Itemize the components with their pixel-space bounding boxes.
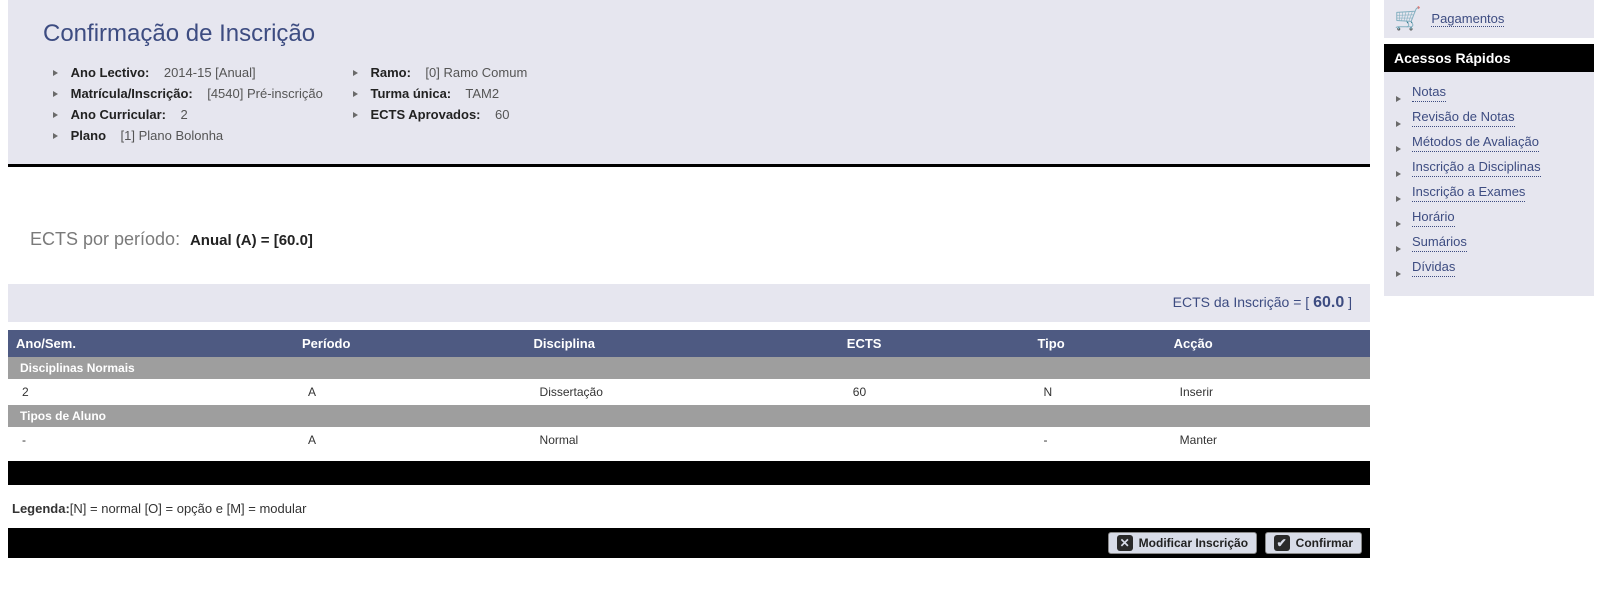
cell-accao: Manter <box>1166 427 1370 453</box>
main-content: Confirmação de Inscrição Ano Lectivo: 20… <box>0 0 1378 558</box>
table-row: - A Normal - Manter <box>8 427 1370 453</box>
action-bar: ✕ Modificar Inscrição ✔ Confirmar <box>8 528 1370 558</box>
arrow-icon <box>1396 238 1406 257</box>
cell-accao: Inserir <box>1166 379 1370 405</box>
acessos-rapidos-header: Acessos Rápidos <box>1384 44 1594 72</box>
close-icon: ✕ <box>1117 535 1133 551</box>
info-value: [1] Plano Bolonha <box>121 128 224 143</box>
arrow-icon <box>1396 113 1406 132</box>
cell-disciplina: Normal <box>526 427 839 453</box>
link-horario[interactable]: Horário <box>1412 207 1455 227</box>
cell-ano-sem: - <box>8 427 294 453</box>
cell-tipo: N <box>1029 379 1165 405</box>
arrow-icon <box>1396 163 1406 182</box>
ects-por-periodo: ECTS por período: Anual (A) = [60.0] <box>0 167 1378 260</box>
info-label: Plano <box>71 128 106 143</box>
col-tipo: Tipo <box>1029 330 1165 357</box>
header-panel: Confirmação de Inscrição Ano Lectivo: 20… <box>8 0 1370 167</box>
col-periodo: Período <box>294 330 526 357</box>
link-inscricao-a-disciplinas[interactable]: Inscrição a Disciplinas <box>1412 157 1541 177</box>
modificar-inscricao-button[interactable]: ✕ Modificar Inscrição <box>1108 532 1257 554</box>
cell-periodo: A <box>294 379 526 405</box>
legend-text: [N] = normal [O] = opção e [M] = modular <box>70 501 307 516</box>
info-value: 2014-15 [Anual] <box>164 65 256 80</box>
check-icon: ✔ <box>1274 535 1290 551</box>
col-ano-sem: Ano/Sem. <box>8 330 294 357</box>
group-disciplinas-normais: Disciplinas Normais <box>8 357 1370 379</box>
info-label: Ano Lectivo: <box>71 65 150 80</box>
arrow-icon <box>1396 138 1406 157</box>
table-row: 2 A Dissertação 60 N Inserir <box>8 379 1370 405</box>
ects-bar-value: 60.0 <box>1313 294 1344 311</box>
info-label: Ramo: <box>370 65 410 80</box>
group-tipos-de-aluno: Tipos de Aluno <box>8 405 1370 427</box>
info-ects-aprovados: ECTS Aprovados: 60 <box>353 104 527 125</box>
col-accao: Acção <box>1166 330 1370 357</box>
info-label: Ano Curricular: <box>71 107 166 122</box>
arrow-icon <box>1396 88 1406 107</box>
info-value: [0] Ramo Comum <box>425 65 527 80</box>
cart-icon: 🛒 <box>1394 6 1421 32</box>
info-value: 60 <box>495 107 509 122</box>
info-value: 2 <box>180 107 187 122</box>
info-ano-lectivo: Ano Lectivo: 2014-15 [Anual] <box>53 62 323 83</box>
confirmar-button[interactable]: ✔ Confirmar <box>1265 532 1362 554</box>
table-header-row: Ano/Sem. Período Disciplina ECTS Tipo Ac… <box>8 330 1370 357</box>
sidebar-pagamentos-block: 🛒 Pagamentos <box>1384 0 1594 38</box>
ects-bar-label: ECTS da Inscrição = [ <box>1173 294 1310 310</box>
link-revisao-de-notas[interactable]: Revisão de Notas <box>1412 107 1515 127</box>
inscricao-table: Ano/Sem. Período Disciplina ECTS Tipo Ac… <box>8 330 1370 453</box>
info-plano: Plano [1] Plano Bolonha <box>53 125 323 146</box>
arrow-icon <box>1396 188 1406 207</box>
button-label: Confirmar <box>1296 536 1353 550</box>
link-metodos-de-avaliacao[interactable]: Métodos de Avaliação <box>1412 132 1539 152</box>
group-label: Disciplinas Normais <box>8 357 1370 379</box>
ects-da-inscricao-bar: ECTS da Inscrição = [ 60.0 ] <box>8 284 1370 322</box>
info-matricula: Matrícula/Inscrição: [4540] Pré-inscriçã… <box>53 83 323 104</box>
cell-periodo: A <box>294 427 526 453</box>
info-label: Matrícula/Inscrição: <box>71 86 193 101</box>
info-value: TAM2 <box>465 86 499 101</box>
group-label: Tipos de Aluno <box>8 405 1370 427</box>
link-inscricao-a-exames[interactable]: Inscrição a Exames <box>1412 182 1525 202</box>
cell-tipo: - <box>1029 427 1165 453</box>
cell-ano-sem: 2 <box>8 379 294 405</box>
col-disciplina: Disciplina <box>526 330 839 357</box>
legend: Legenda:[N] = normal [O] = opção e [M] =… <box>8 493 1370 524</box>
acessos-rapidos-list: Notas Revisão de Notas Métodos de Avalia… <box>1384 72 1594 296</box>
ects-bar-close: ] <box>1348 294 1352 310</box>
sidebar: 🛒 Pagamentos Acessos Rápidos Notas Revis… <box>1378 0 1600 558</box>
arrow-icon <box>1396 213 1406 232</box>
cell-ects: 60 <box>839 379 1030 405</box>
col-ects: ECTS <box>839 330 1030 357</box>
info-label: ECTS Aprovados: <box>370 107 480 122</box>
page-title: Confirmação de Inscrição <box>33 20 1345 48</box>
ects-period-label: ECTS por período: <box>30 229 180 249</box>
info-turma: Turma única: TAM2 <box>353 83 527 104</box>
arrow-icon <box>1396 263 1406 282</box>
info-value: [4540] Pré-inscrição <box>207 86 323 101</box>
link-pagamentos[interactable]: Pagamentos <box>1431 11 1504 27</box>
info-label: Turma única: <box>370 86 451 101</box>
info-ramo: Ramo: [0] Ramo Comum <box>353 62 527 83</box>
link-sumarios[interactable]: Sumários <box>1412 232 1467 252</box>
legend-label: Legenda: <box>12 501 70 516</box>
link-dividas[interactable]: Dívidas <box>1412 257 1455 277</box>
separator-strip <box>8 461 1370 485</box>
ects-period-value: Anual (A) = [60.0] <box>190 232 313 249</box>
button-label: Modificar Inscrição <box>1139 536 1248 550</box>
cell-ects <box>839 427 1030 453</box>
cell-disciplina: Dissertação <box>526 379 839 405</box>
info-ano-curricular: Ano Curricular: 2 <box>53 104 323 125</box>
link-notas[interactable]: Notas <box>1412 82 1446 102</box>
